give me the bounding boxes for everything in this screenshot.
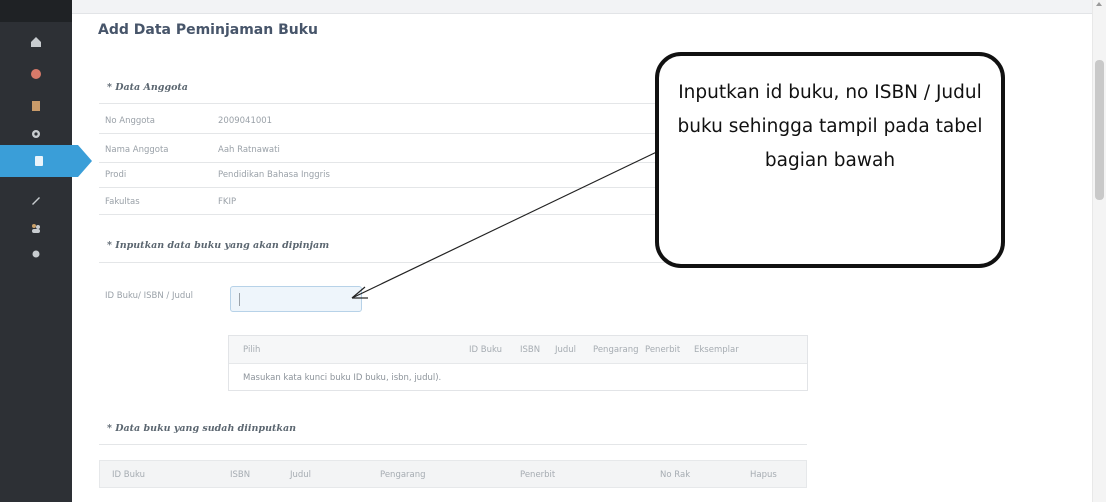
faculty-label: Fakultas bbox=[105, 197, 140, 207]
column-header-author: Pengarang bbox=[380, 470, 426, 480]
column-header-select: Pilih bbox=[243, 345, 261, 355]
search-results-table: Pilih ID Buku ISBN Judul Pengarang Pener… bbox=[228, 335, 808, 391]
column-header-copies: Eksemplar bbox=[694, 345, 739, 355]
pencil-icon bbox=[32, 197, 40, 205]
column-header-author: Pengarang bbox=[593, 345, 639, 355]
column-header-book-id: ID Buku bbox=[112, 470, 146, 480]
column-header-book-id: ID Buku bbox=[469, 345, 503, 355]
sidebar-item-document[interactable] bbox=[0, 145, 92, 177]
column-header-shelf-number: No Rak bbox=[660, 470, 691, 480]
member-name-label: Nama Anggota bbox=[105, 145, 169, 155]
users-icon bbox=[32, 224, 40, 233]
member-number-label: No Anggota bbox=[105, 116, 155, 126]
settings-icon bbox=[32, 130, 40, 138]
study-program-value: Pendidikan Bahasa Inggris bbox=[218, 170, 330, 180]
member-number-value: 2009041001 bbox=[218, 116, 273, 126]
saved-books-table-header: ID Buku ISBN Judul Pengarang Penerbit No… bbox=[99, 460, 807, 488]
column-header-publisher: Penerbit bbox=[645, 345, 681, 355]
book-id-label: ID Buku/ ISBN / Judul bbox=[105, 291, 193, 301]
divider bbox=[99, 133, 659, 134]
sidebar-item-chart[interactable] bbox=[0, 58, 72, 90]
sidebar-item-gear[interactable] bbox=[0, 238, 72, 270]
empty-table-message: Masukan kata kunci buku ID buku, isbn, j… bbox=[243, 373, 442, 383]
vertical-scrollbar[interactable] bbox=[1092, 0, 1106, 502]
divider bbox=[99, 214, 659, 215]
annotation-callout: Inputkan id buku, no ISBN / Judul buku s… bbox=[655, 52, 1005, 268]
app-window: Add Data Peminjaman Buku * Data Anggota … bbox=[0, 0, 1106, 502]
column-header-title: Judul bbox=[555, 345, 577, 355]
section-title-member: * Data Anggota bbox=[107, 82, 188, 93]
sidebar-top bbox=[0, 0, 72, 22]
sidebar-item-home[interactable] bbox=[0, 26, 72, 58]
sidebar bbox=[0, 0, 92, 502]
divider bbox=[99, 187, 659, 188]
divider bbox=[99, 162, 659, 163]
gear-icon bbox=[32, 250, 40, 258]
column-header-title: Judul bbox=[290, 470, 312, 480]
chart-icon bbox=[31, 69, 41, 79]
text-caret bbox=[239, 293, 240, 306]
callout-text: Inputkan id buku, no ISBN / Judul buku s… bbox=[677, 82, 983, 171]
page-title: Add Data Peminjaman Buku bbox=[98, 22, 318, 38]
faculty-value: FKIP bbox=[218, 197, 237, 207]
document-icon bbox=[35, 156, 43, 166]
member-name-value: Aah Ratnawati bbox=[218, 145, 280, 155]
scrollbar-thumb[interactable] bbox=[1095, 60, 1104, 200]
divider bbox=[99, 444, 807, 445]
book-icon bbox=[32, 101, 40, 111]
column-header-isbn: ISBN bbox=[520, 345, 541, 355]
book-id-input[interactable] bbox=[230, 286, 362, 312]
column-header-isbn: ISBN bbox=[230, 470, 251, 480]
home-icon bbox=[31, 37, 41, 47]
table-header: Pilih ID Buku ISBN Judul Pengarang Pener… bbox=[229, 336, 807, 364]
column-header-delete: Hapus bbox=[750, 470, 777, 480]
study-program-label: Prodi bbox=[105, 170, 127, 180]
column-header-publisher: Penerbit bbox=[520, 470, 556, 480]
top-bar bbox=[72, 0, 1106, 14]
section-title-saved-books: * Data buku yang sudah diinputkan bbox=[107, 423, 297, 434]
scroll-up-arrow-icon[interactable] bbox=[1096, 2, 1102, 6]
section-title-book-input: * Inputkan data buku yang akan dipinjam bbox=[107, 240, 330, 251]
